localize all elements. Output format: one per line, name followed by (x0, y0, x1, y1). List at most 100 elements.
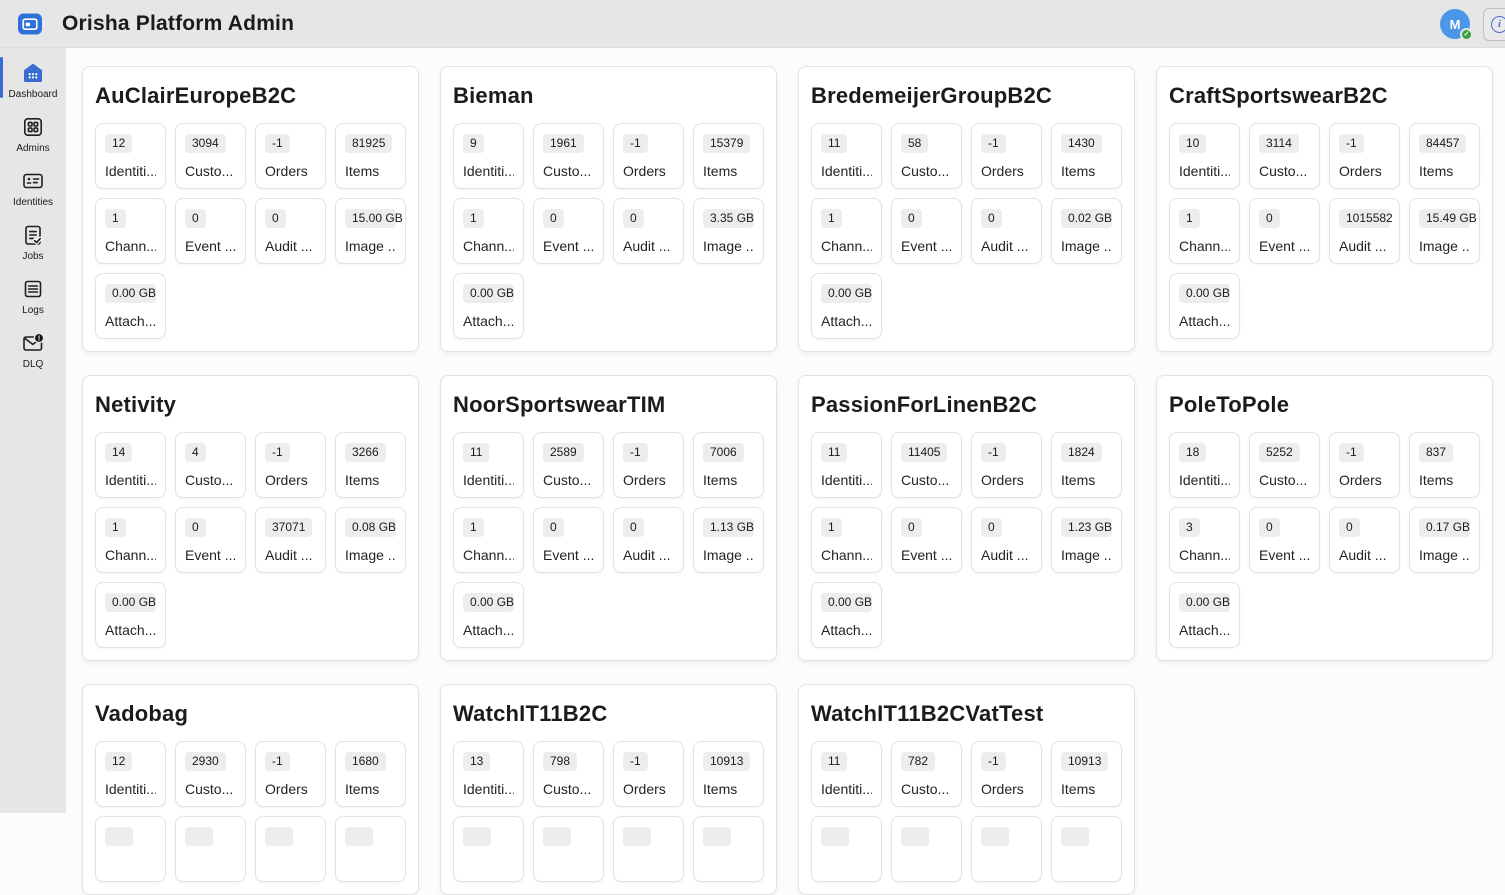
stat-tile[interactable]: 10913Items (693, 741, 764, 807)
stat-tile[interactable]: 3.35 GBImage ... (693, 198, 764, 264)
stat-tile[interactable]: 12Identiti... (95, 741, 166, 807)
stat-tile[interactable]: 1430Items (1051, 123, 1122, 189)
stat-tile[interactable]: 0.00 GBAttach... (95, 582, 166, 648)
stat-tile[interactable]: 0Event ... (175, 198, 246, 264)
stat-tile-partial[interactable] (811, 816, 882, 882)
avatar[interactable]: M ✓ (1440, 9, 1470, 39)
stat-tile[interactable]: 1Chann... (453, 198, 524, 264)
stat-tile-partial[interactable] (255, 816, 326, 882)
stat-tile[interactable]: 58Custo... (891, 123, 962, 189)
stat-tile[interactable]: 0.00 GBAttach... (1169, 273, 1240, 339)
stat-tile[interactable]: 81925Items (335, 123, 406, 189)
stat-tile[interactable]: 1.23 GBImage ... (1051, 507, 1122, 573)
stat-tile[interactable]: 798Custo... (533, 741, 604, 807)
stat-tile[interactable]: 11Identiti... (453, 432, 524, 498)
stat-tile[interactable]: -1Orders (971, 123, 1042, 189)
stat-tile[interactable]: 2589Custo... (533, 432, 604, 498)
stat-tile-partial[interactable] (175, 816, 246, 882)
info-button[interactable]: i (1483, 8, 1505, 41)
stat-tile-partial[interactable] (335, 816, 406, 882)
stat-tile[interactable]: 0Audit ... (971, 198, 1042, 264)
stat-tile[interactable]: 0.00 GBAttach... (811, 273, 882, 339)
sidebar-item-dlq[interactable]: !DLQ (0, 324, 66, 376)
stat-tile[interactable]: 837Items (1409, 432, 1480, 498)
stat-tile[interactable]: -1Orders (255, 432, 326, 498)
stat-tile[interactable]: 1824Items (1051, 432, 1122, 498)
stat-tile-partial[interactable] (693, 816, 764, 882)
stat-tile-partial[interactable] (891, 816, 962, 882)
stat-tile[interactable]: 0Event ... (891, 198, 962, 264)
stat-tile[interactable]: 0.17 GBImage ... (1409, 507, 1480, 573)
stat-tile[interactable]: 3266Items (335, 432, 406, 498)
stat-tile[interactable]: 0Event ... (1249, 198, 1320, 264)
stat-tile[interactable]: 0Event ... (533, 507, 604, 573)
stat-tile[interactable]: 0.08 GBImage ... (335, 507, 406, 573)
stat-tile[interactable]: 11Identiti... (811, 741, 882, 807)
stat-tile[interactable]: 0.00 GBAttach... (453, 273, 524, 339)
stat-tile[interactable]: 0.00 GBAttach... (453, 582, 524, 648)
stat-tile[interactable]: 13Identiti... (453, 741, 524, 807)
stat-tile[interactable]: -1Orders (255, 123, 326, 189)
stat-tile[interactable]: 15.49 GBImage ... (1409, 198, 1480, 264)
sidebar-item-admins[interactable]: Admins (0, 108, 66, 160)
stat-tile-partial[interactable] (95, 816, 166, 882)
stat-tile[interactable]: 1Chann... (95, 198, 166, 264)
stat-tile[interactable]: 0Event ... (533, 198, 604, 264)
stat-tile[interactable]: 0Audit ... (1329, 507, 1400, 573)
stat-tile[interactable]: -1Orders (1329, 432, 1400, 498)
stat-tile[interactable]: -1Orders (971, 432, 1042, 498)
stat-tile[interactable]: 782Custo... (891, 741, 962, 807)
stat-tile[interactable]: 3Chann... (1169, 507, 1240, 573)
stat-tile[interactable]: 37071Audit ... (255, 507, 326, 573)
stat-tile-partial[interactable] (613, 816, 684, 882)
stat-tile[interactable]: 0Audit ... (613, 507, 684, 573)
stat-tile[interactable]: 2930Custo... (175, 741, 246, 807)
stat-tile[interactable]: -1Orders (613, 432, 684, 498)
stat-tile-partial[interactable] (453, 816, 524, 882)
stat-tile[interactable]: 3114Custo... (1249, 123, 1320, 189)
stat-tile[interactable]: 0.00 GBAttach... (95, 273, 166, 339)
stat-tile[interactable]: 0Event ... (891, 507, 962, 573)
stat-tile[interactable]: -1Orders (613, 123, 684, 189)
stat-tile[interactable]: 0.02 GBImage ... (1051, 198, 1122, 264)
stat-tile[interactable]: 0.00 GBAttach... (811, 582, 882, 648)
stat-tile[interactable]: 0Audit ... (613, 198, 684, 264)
stat-tile[interactable]: -1Orders (1329, 123, 1400, 189)
stat-tile[interactable]: 0.00 GBAttach... (1169, 582, 1240, 648)
stat-tile[interactable]: 12Identiti... (95, 123, 166, 189)
stat-tile[interactable]: -1Orders (613, 741, 684, 807)
stat-tile[interactable]: 0Audit ... (255, 198, 326, 264)
stat-tile[interactable]: 11Identiti... (811, 123, 882, 189)
stat-tile[interactable]: 1Chann... (453, 507, 524, 573)
stat-tile[interactable]: 0Event ... (175, 507, 246, 573)
stat-tile[interactable]: 5252Custo... (1249, 432, 1320, 498)
stat-tile[interactable]: 0Event ... (1249, 507, 1320, 573)
stat-tile[interactable]: 1Chann... (811, 198, 882, 264)
sidebar-item-dashboard[interactable]: Dashboard (0, 54, 66, 106)
stat-tile[interactable]: 3094Custo... (175, 123, 246, 189)
stat-tile[interactable]: 1Chann... (1169, 198, 1240, 264)
stat-tile[interactable]: 10913Items (1051, 741, 1122, 807)
stat-tile[interactable]: 7006Items (693, 432, 764, 498)
stat-tile-partial[interactable] (533, 816, 604, 882)
stat-tile[interactable]: 1961Custo... (533, 123, 604, 189)
sidebar-item-logs[interactable]: Logs (0, 270, 66, 322)
stat-tile[interactable]: 15.00 GBImage ... (335, 198, 406, 264)
stat-tile-partial[interactable] (1051, 816, 1122, 882)
stat-tile[interactable]: 11405Custo... (891, 432, 962, 498)
stat-tile[interactable]: 15379Items (693, 123, 764, 189)
stat-tile[interactable]: 1Chann... (811, 507, 882, 573)
stat-tile[interactable]: -1Orders (255, 741, 326, 807)
stat-tile[interactable]: 0Audit ... (971, 507, 1042, 573)
stat-tile[interactable]: 4Custo... (175, 432, 246, 498)
stat-tile[interactable]: 84457Items (1409, 123, 1480, 189)
stat-tile[interactable]: 9Identiti... (453, 123, 524, 189)
stat-tile[interactable]: 14Identiti... (95, 432, 166, 498)
stat-tile-partial[interactable] (971, 816, 1042, 882)
stat-tile[interactable]: 1680Items (335, 741, 406, 807)
sidebar-item-jobs[interactable]: Jobs (0, 216, 66, 268)
stat-tile[interactable]: 10Identiti... (1169, 123, 1240, 189)
stat-tile[interactable]: 1Chann... (95, 507, 166, 573)
stat-tile[interactable]: 18Identiti... (1169, 432, 1240, 498)
stat-tile[interactable]: 1.13 GBImage ... (693, 507, 764, 573)
